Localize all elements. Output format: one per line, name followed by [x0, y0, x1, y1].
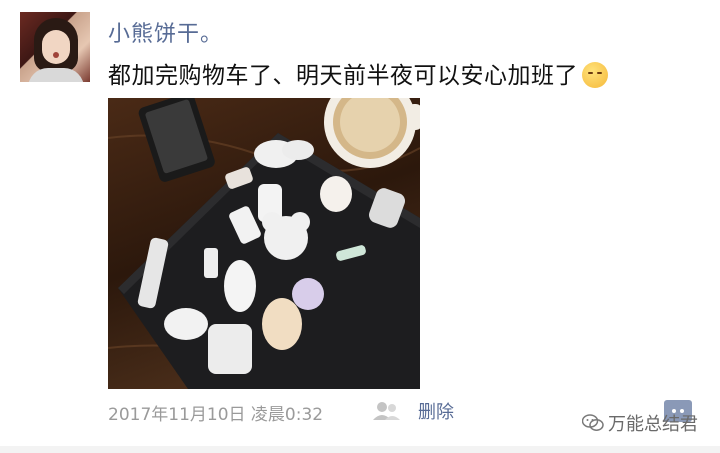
post-text: 都加完购物车了、明天前半夜可以安心加班了 [108, 63, 578, 89]
avatar-shoulder [28, 68, 84, 82]
coffee-cup-icon [324, 98, 420, 168]
username[interactable]: 小熊饼干。 [108, 16, 223, 48]
watermark: 万能总结君 [581, 410, 698, 436]
sleepy-face-emoji-icon [582, 62, 608, 88]
moments-post: 小熊饼干。 都加完购物车了、明天前半夜可以安心加班了 2017年11月10日 凌… [0, 0, 720, 453]
post-photo[interactable] [108, 98, 420, 389]
post-content: 都加完购物车了、明天前半夜可以安心加班了 [108, 56, 608, 90]
delete-button[interactable]: 删除 [418, 398, 454, 424]
avatar-mouth [53, 52, 59, 58]
laptop-photo-illustration [108, 98, 420, 389]
phone-icon [138, 98, 215, 182]
divider [0, 446, 720, 453]
wechat-icon [581, 414, 604, 432]
watermark-text: 万能总结君 [608, 414, 698, 435]
post-timestamp: 2017年11月10日 凌晨0:32 [108, 405, 324, 425]
avatar[interactable] [20, 12, 90, 82]
people-icon[interactable] [372, 400, 402, 422]
avatar-face [42, 30, 70, 64]
